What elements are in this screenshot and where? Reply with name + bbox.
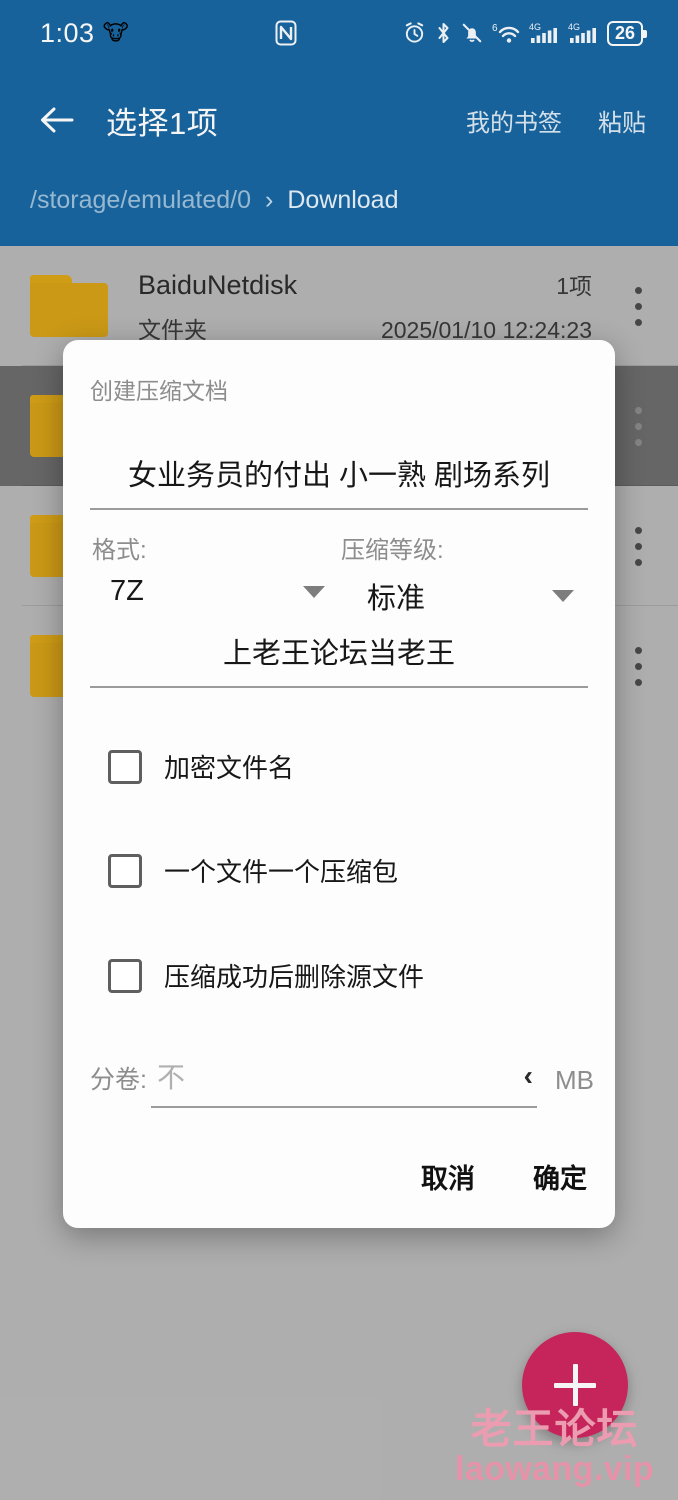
- format-select[interactable]: 7Z: [90, 575, 339, 608]
- create-archive-dialog: 创建压缩文档 女业务员的付出 小一熟 剧场系列 格式: 7Z 压缩等级: 标准: [63, 340, 615, 1228]
- format-label: 格式:: [92, 537, 147, 564]
- level-value: 标准: [367, 583, 426, 615]
- checkbox-box[interactable]: [108, 749, 142, 784]
- confirm-button[interactable]: 确定: [527, 1147, 593, 1206]
- split-volume-unit: MB: [555, 1065, 594, 1095]
- split-volume-field[interactable]: 不 ‹: [150, 1056, 537, 1108]
- checkbox-label: 加密文件名: [164, 753, 295, 783]
- format-select-group: 格式: 7Z: [90, 530, 339, 617]
- split-volume-row: 分卷: 不 ‹ MB: [90, 1056, 594, 1108]
- password-input[interactable]: 上老王论坛当老王: [90, 630, 588, 686]
- checkbox-label: 一个文件一个压缩包: [164, 857, 399, 887]
- checkbox-label: 压缩成功后删除源文件: [164, 962, 425, 992]
- chevron-left-icon[interactable]: ‹: [524, 1062, 533, 1090]
- archive-name-input[interactable]: 女业务员的付出 小一熟 剧场系列: [90, 452, 588, 508]
- level-select-group: 压缩等级: 标准: [339, 530, 588, 617]
- one-archive-per-file-checkbox[interactable]: 一个文件一个压缩包: [108, 852, 398, 889]
- checkbox-box[interactable]: [108, 853, 142, 888]
- archive-options-row: 格式: 7Z 压缩等级: 标准: [90, 530, 588, 617]
- phone-screen: 1:03 🐮 6 4G 4G 26 选择1项 我的书签 粘贴 /storage/…: [0, 0, 678, 1500]
- field-underline: [150, 1106, 537, 1108]
- level-select[interactable]: 标准: [339, 575, 588, 617]
- encrypt-filenames-checkbox[interactable]: 加密文件名: [108, 748, 294, 785]
- delete-source-after-checkbox[interactable]: 压缩成功后删除源文件: [108, 957, 424, 994]
- chevron-down-icon: [303, 585, 325, 598]
- split-volume-input[interactable]: 不: [157, 1056, 185, 1096]
- split-volume-label: 分卷:: [90, 1066, 147, 1094]
- cancel-button[interactable]: 取消: [415, 1147, 481, 1206]
- checkbox-box[interactable]: [108, 958, 142, 993]
- field-underline: [90, 686, 588, 688]
- chevron-down-icon: [552, 590, 574, 602]
- field-underline: [90, 508, 588, 510]
- dialog-title: 创建压缩文档: [90, 378, 228, 404]
- dialog-actions: 取消 确定: [415, 1147, 593, 1206]
- password-field[interactable]: 上老王论坛当老王: [90, 630, 588, 688]
- archive-name-field[interactable]: 女业务员的付出 小一熟 剧场系列: [90, 452, 588, 510]
- level-label: 压缩等级:: [341, 537, 444, 564]
- format-value: 7Z: [110, 575, 144, 607]
